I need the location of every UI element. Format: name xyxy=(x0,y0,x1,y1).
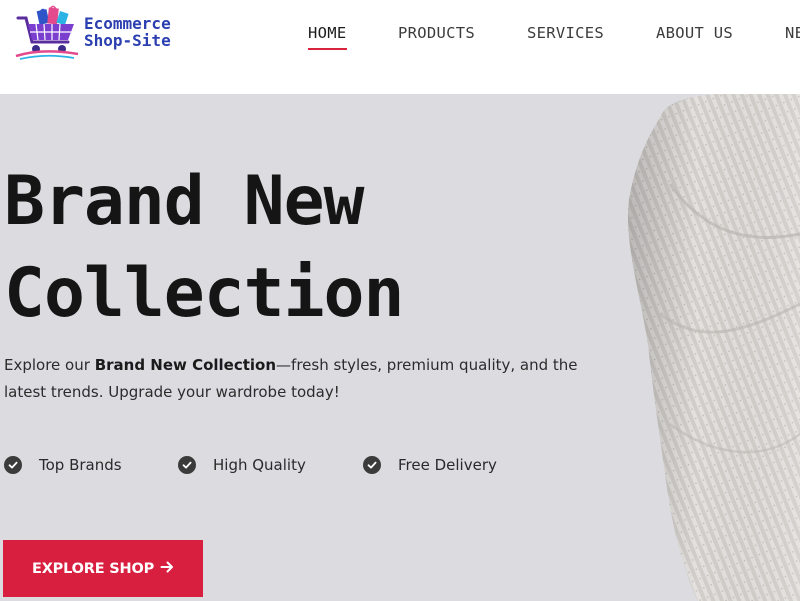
explore-shop-label: EXPLORE SHOP xyxy=(31,560,154,577)
feature-item-top-brands: Top Brands xyxy=(4,456,122,474)
knit-sweater-image xyxy=(628,94,800,601)
shopping-cart-icon xyxy=(15,5,79,60)
nav-item-label: HOME xyxy=(308,24,347,42)
nav-item-label: NE xyxy=(785,24,800,42)
feature-item-free-delivery: Free Delivery xyxy=(363,456,497,474)
arrow-right-icon xyxy=(160,559,174,578)
nav-item-label: ABOUT US xyxy=(656,24,734,42)
nav-active-underline xyxy=(308,48,347,50)
logo-line-1: Ecommerce xyxy=(84,14,171,33)
hero-title-line-2: Collection xyxy=(4,254,404,333)
nav-item-label: PRODUCTS xyxy=(398,24,476,42)
hero-section: Brand New Collection Explore our Brand N… xyxy=(0,94,800,601)
hero-title: Brand New Collection xyxy=(4,156,404,340)
nav-item-services[interactable]: SERVICES xyxy=(527,24,604,42)
nav-item-home[interactable]: HOME xyxy=(308,24,347,50)
feature-label: Top Brands xyxy=(39,456,122,474)
logo-text: Ecommerce Shop-Site xyxy=(84,15,171,49)
feature-list: Top Brands High Quality Free Delivery xyxy=(4,456,564,478)
feature-label: Free Delivery xyxy=(398,456,497,474)
explore-shop-button[interactable]: EXPLORE SHOP xyxy=(3,540,203,597)
check-circle-icon xyxy=(363,456,381,474)
logo-line-2: Shop-Site xyxy=(84,31,171,50)
hero-desc-bold: Brand New Collection xyxy=(94,356,277,374)
nav-item-label: SERVICES xyxy=(527,24,605,42)
feature-item-high-quality: High Quality xyxy=(178,456,306,474)
nav-item-products[interactable]: PRODUCTS xyxy=(398,24,475,42)
hero-title-line-1: Brand New xyxy=(4,162,364,241)
check-circle-icon xyxy=(4,456,22,474)
site-header: Ecommerce Shop-Site HOME PRODUCTS SERVIC… xyxy=(0,0,800,94)
nav-item-about-us[interactable]: ABOUT US xyxy=(656,24,733,42)
hero-desc-prefix: Explore our xyxy=(4,356,95,374)
feature-label: High Quality xyxy=(213,456,306,474)
check-circle-icon xyxy=(178,456,196,474)
hero-description: Explore our Brand New Collection—fresh s… xyxy=(4,352,584,406)
logo[interactable]: Ecommerce Shop-Site xyxy=(12,4,171,60)
nav-item-ne[interactable]: NE xyxy=(785,24,800,42)
